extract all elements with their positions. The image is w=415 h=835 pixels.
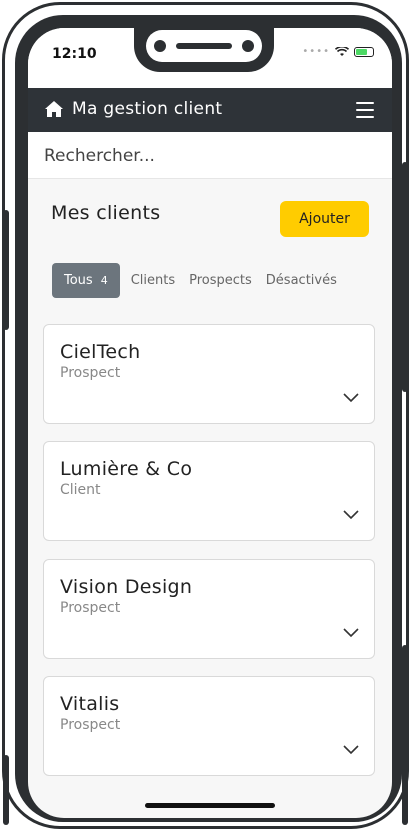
tab-all[interactable]: Tous 4 <box>52 262 120 298</box>
tab-clients[interactable]: Clients <box>131 273 175 288</box>
tab-prospects[interactable]: Prospects <box>189 273 252 288</box>
client-name: Vitalis <box>60 693 120 715</box>
client-name: CielTech <box>60 341 141 363</box>
screen: 12:10 •••• Ma gestion client Rechercher.… <box>28 28 392 818</box>
status-bar: 12:10 •••• <box>28 28 392 88</box>
wifi-icon <box>335 46 349 56</box>
home-indicator <box>145 803 275 808</box>
client-card[interactable]: Vision Design Prospect <box>43 559 375 659</box>
chevron-down-icon[interactable] <box>342 743 360 755</box>
side-button-left-bottom <box>3 755 9 825</box>
chevron-down-icon[interactable] <box>342 626 360 638</box>
side-button-right-bottom <box>402 645 408 825</box>
phone-frame: 12:10 •••• Ma gestion client Rechercher.… <box>2 2 409 829</box>
add-client-button[interactable]: Ajouter <box>280 201 369 237</box>
status-icons: •••• <box>302 46 374 57</box>
client-card[interactable]: Lumière & Co Client <box>43 441 375 541</box>
client-card[interactable]: Vitalis Prospect <box>43 676 375 776</box>
client-card[interactable]: CielTech Prospect <box>43 324 375 424</box>
client-type: Prospect <box>60 717 121 733</box>
chevron-down-icon[interactable] <box>342 508 360 520</box>
app-header: Ma gestion client <box>28 88 392 132</box>
chevron-down-icon[interactable] <box>342 391 360 403</box>
side-button-right-top <box>402 162 408 392</box>
client-type: Client <box>60 482 101 498</box>
tab-all-label: Tous <box>64 272 93 288</box>
filter-tabs: Tous 4 Clients Prospects Désactivés <box>52 261 337 299</box>
status-time: 12:10 <box>52 46 97 62</box>
signal-icon: •••• <box>302 46 330 57</box>
client-type: Prospect <box>60 365 121 381</box>
tab-deactivated[interactable]: Désactivés <box>266 273 337 288</box>
side-button-left <box>3 210 9 330</box>
battery-icon <box>354 46 374 57</box>
search-bar <box>28 132 392 179</box>
client-name: Lumière & Co <box>60 458 193 480</box>
tab-all-count: 4 <box>100 273 108 287</box>
app-title: Ma gestion client <box>72 99 223 119</box>
section-title: Mes clients <box>51 202 161 224</box>
client-name: Vision Design <box>60 576 193 598</box>
notch <box>134 28 274 72</box>
search-input[interactable] <box>42 140 376 172</box>
client-type: Prospect <box>60 600 121 616</box>
home-icon[interactable] <box>44 100 64 118</box>
hamburger-menu-icon[interactable] <box>356 102 374 118</box>
